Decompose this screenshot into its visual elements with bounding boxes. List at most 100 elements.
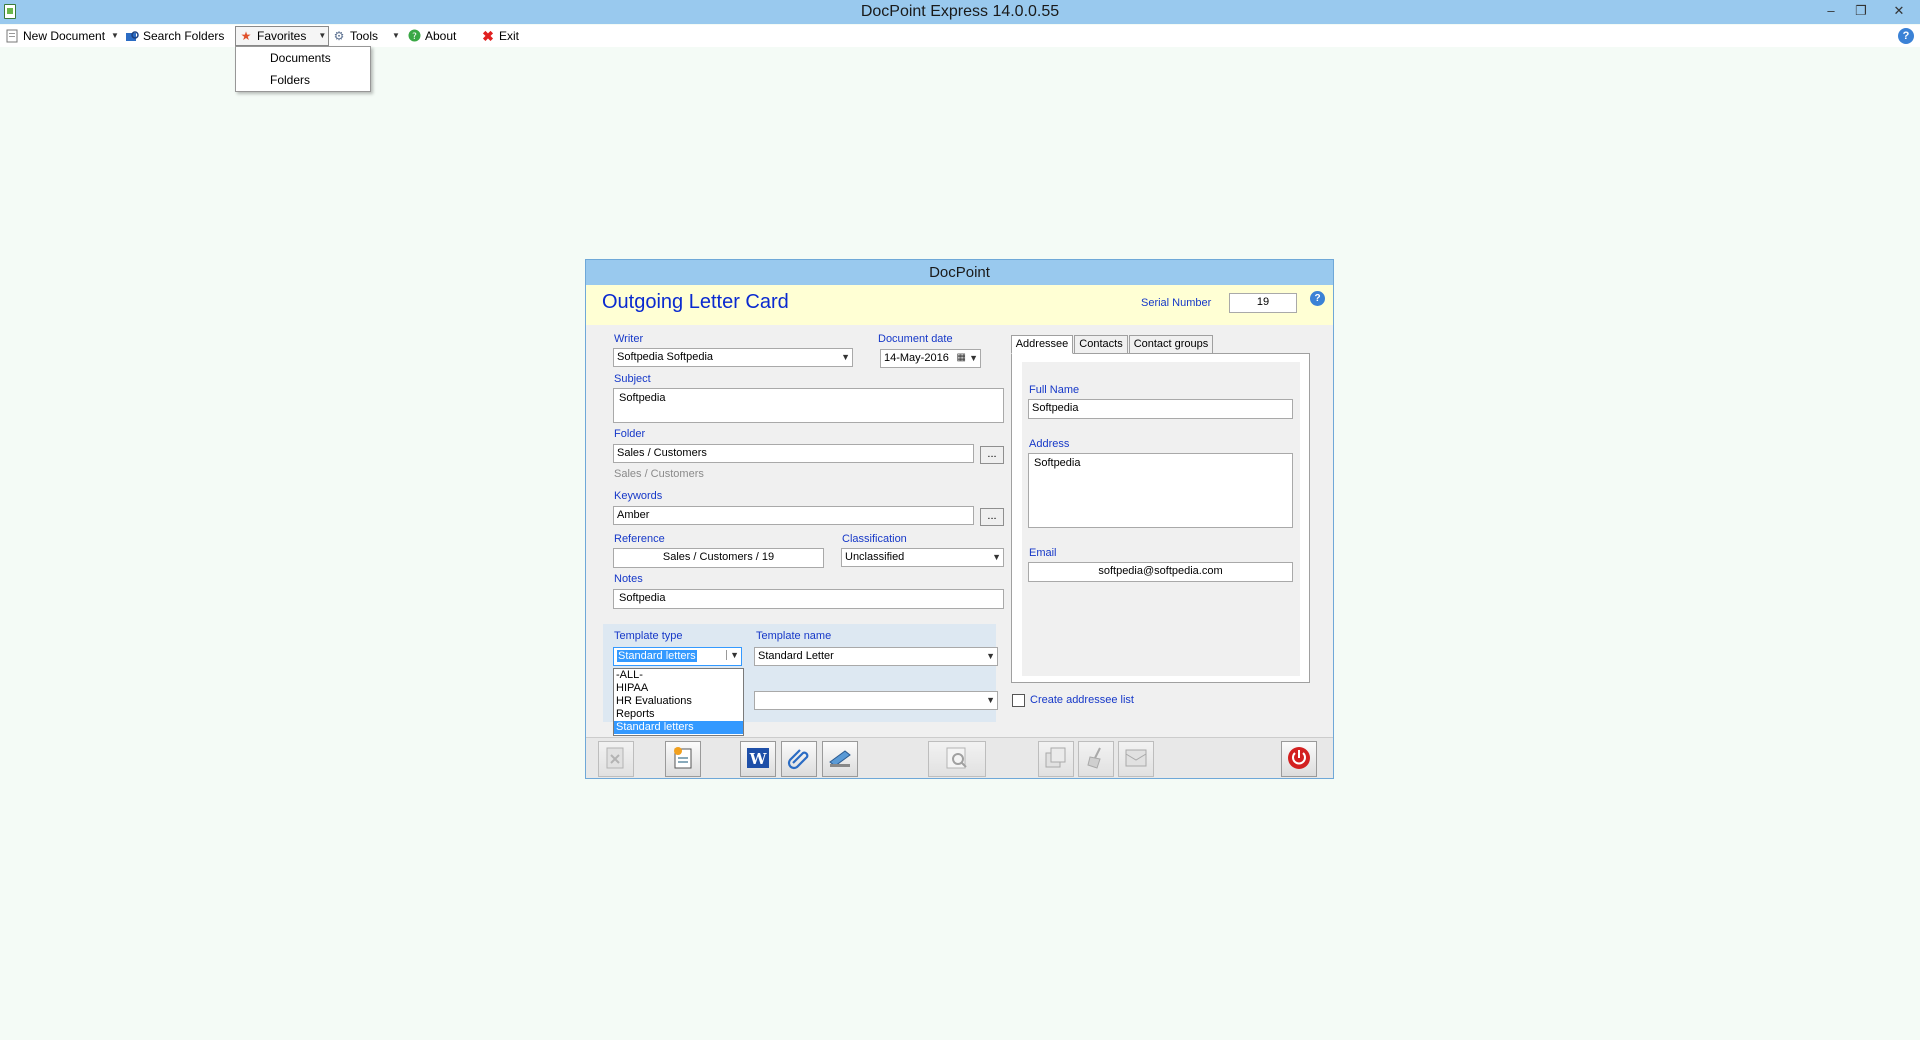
- copy-icon: [1043, 745, 1069, 774]
- template-type-option[interactable]: HR Evaluations: [614, 695, 743, 708]
- new-document-label: New Document: [23, 29, 106, 43]
- chevron-down-icon: ▼: [992, 552, 1001, 562]
- dialog-header: Outgoing Letter Card Serial Number 19 ?: [586, 285, 1333, 325]
- document-date-label: Document date: [878, 333, 953, 345]
- serial-number-field[interactable]: 19: [1229, 293, 1297, 313]
- help-icon[interactable]: ?: [1310, 291, 1325, 306]
- template-type-option-selected[interactable]: Standard letters: [614, 721, 743, 734]
- new-card-icon: [670, 745, 696, 774]
- document-date-picker[interactable]: 14-May-2016 ▦ ▼: [880, 349, 981, 368]
- reference-label: Reference: [614, 533, 665, 545]
- new-card-button[interactable]: [665, 741, 701, 777]
- address-field[interactable]: Softpedia: [1028, 453, 1293, 528]
- serial-number-label: Serial Number: [1141, 297, 1212, 309]
- notes-field[interactable]: Softpedia: [613, 589, 1004, 609]
- docpoint-dialog: DocPoint Outgoing Letter Card Serial Num…: [585, 259, 1334, 779]
- menu-bar: New Document ▼ Search Folders ★ Favorite…: [0, 25, 1920, 47]
- addressee-form: Full Name Softpedia Address Softpedia Em…: [1022, 362, 1300, 676]
- chevron-down-icon: ▼: [969, 353, 978, 363]
- keywords-field[interactable]: Amber: [613, 506, 974, 525]
- folder-browse-button[interactable]: ...: [980, 446, 1004, 464]
- create-addressee-list-checkbox[interactable]: [1012, 694, 1025, 707]
- classification-value: Unclassified: [845, 551, 905, 563]
- about-label: About: [425, 29, 457, 43]
- attach-button[interactable]: [781, 741, 817, 777]
- folder-field[interactable]: Sales / Customers: [613, 444, 974, 463]
- template-name-select[interactable]: Standard Letter ▼: [754, 647, 998, 666]
- action-toolbar: W: [586, 737, 1333, 778]
- keywords-browse-button[interactable]: ...: [980, 508, 1004, 526]
- calendar-icon: ▦: [956, 352, 966, 363]
- about-icon: ?: [407, 29, 421, 43]
- writer-value: Softpedia Softpedia: [617, 351, 714, 363]
- open-word-button[interactable]: W: [740, 741, 776, 777]
- help-icon[interactable]: ?: [1898, 28, 1914, 44]
- template-secondary-select[interactable]: ▼: [754, 691, 998, 710]
- broom-icon: [1083, 745, 1109, 774]
- template-type-option[interactable]: HIPAA: [614, 682, 743, 695]
- favorites-documents-item[interactable]: Documents: [270, 51, 331, 65]
- create-addressee-list-label: Create addressee list: [1030, 694, 1134, 706]
- window-title: DocPoint Express 14.0.0.55: [860, 3, 1060, 20]
- clear-button[interactable]: [1078, 741, 1114, 777]
- about-menu[interactable]: ? About: [407, 26, 456, 46]
- power-icon: [1286, 745, 1312, 774]
- favorites-folders-item[interactable]: Folders: [270, 73, 310, 87]
- template-type-option[interactable]: Reports: [614, 708, 743, 721]
- close-card-button[interactable]: [1281, 741, 1317, 777]
- preview-button[interactable]: [928, 741, 986, 777]
- svg-text:W: W: [749, 750, 768, 768]
- cancel-document-icon: [603, 745, 629, 774]
- full-name-field[interactable]: Softpedia: [1028, 399, 1293, 419]
- addressee-tab-panel: Full Name Softpedia Address Softpedia Em…: [1011, 353, 1310, 683]
- template-type-option[interactable]: -ALL-: [614, 669, 743, 682]
- new-document-menu[interactable]: New Document ▼: [5, 26, 119, 46]
- subject-label: Subject: [614, 373, 651, 385]
- subject-field[interactable]: Softpedia: [613, 388, 1004, 423]
- chevron-down-icon: ▼: [392, 31, 400, 40]
- cancel-document-button[interactable]: [598, 741, 634, 777]
- restore-button[interactable]: ❐: [1848, 0, 1874, 22]
- svg-text:?: ?: [412, 32, 417, 42]
- chevron-down-icon: ▼: [111, 31, 119, 40]
- favorites-menu[interactable]: ★ Favorites ▼: [235, 26, 330, 46]
- word-icon: W: [745, 745, 771, 774]
- template-type-select[interactable]: Standard letters ▼: [613, 647, 742, 666]
- tab-addressee[interactable]: Addressee: [1011, 335, 1073, 354]
- full-name-label: Full Name: [1029, 384, 1080, 396]
- exit-menu[interactable]: ✖ Exit: [481, 26, 519, 46]
- email-label: Email: [1029, 547, 1057, 559]
- tools-menu[interactable]: ⚙ Tools ▼: [332, 26, 400, 46]
- writer-select[interactable]: Softpedia Softpedia ▼: [613, 348, 853, 367]
- copy-button[interactable]: [1038, 741, 1074, 777]
- folder-label: Folder: [614, 428, 646, 440]
- template-type-label: Template type: [614, 630, 683, 642]
- favorites-dropdown: Documents Folders: [235, 46, 371, 92]
- close-button[interactable]: ✕: [1886, 0, 1912, 22]
- magnifier-icon: [944, 745, 970, 774]
- minimize-button[interactable]: –: [1818, 0, 1844, 22]
- template-name-label: Template name: [756, 630, 832, 642]
- search-folders-label: Search Folders: [143, 29, 225, 43]
- document-date-value: 14-May-2016: [884, 352, 949, 364]
- template-name-value: Standard Letter: [758, 650, 834, 662]
- chevron-down-icon: ▼: [986, 651, 995, 661]
- tools-label: Tools: [350, 29, 379, 43]
- tab-contact-groups[interactable]: Contact groups: [1129, 335, 1213, 354]
- reference-field[interactable]: Sales / Customers / 19: [613, 548, 824, 568]
- gear-icon: ⚙: [333, 29, 345, 43]
- tab-contacts[interactable]: Contacts: [1074, 335, 1128, 354]
- send-mail-button[interactable]: [1118, 741, 1154, 777]
- search-folders-menu[interactable]: Search Folders: [125, 26, 224, 46]
- folder-path-text: Sales / Customers: [614, 468, 704, 480]
- mail-icon: [1123, 745, 1149, 774]
- classification-select[interactable]: Unclassified ▼: [841, 548, 1004, 567]
- email-field[interactable]: softpedia@softpedia.com: [1028, 562, 1293, 582]
- paperclip-icon: [786, 745, 812, 774]
- notes-label: Notes: [614, 573, 643, 585]
- scan-button[interactable]: [822, 741, 858, 777]
- search-folders-icon: [125, 29, 139, 43]
- exit-icon: ✖: [482, 28, 494, 44]
- chevron-down-icon: ▼: [841, 352, 850, 362]
- app-icon: [4, 4, 16, 19]
